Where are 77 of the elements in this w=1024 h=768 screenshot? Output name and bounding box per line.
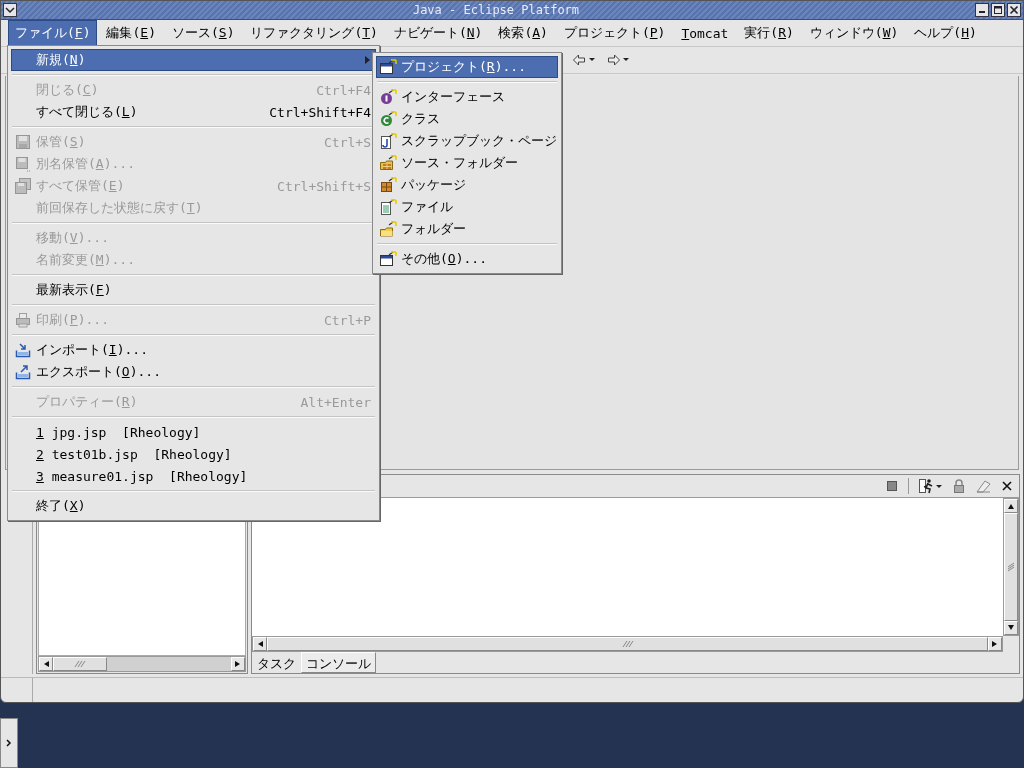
menu-item[interactable]: プロジェクト(R)... (376, 56, 558, 78)
menu-item[interactable]: インターフェース (376, 86, 558, 108)
new-window-icon (380, 251, 397, 267)
vertical-scrollbar[interactable] (1003, 498, 1019, 636)
scrollbar-thumb[interactable] (1004, 513, 1018, 621)
export-icon (15, 364, 32, 380)
menu-item[interactable]: その他(O)... (376, 248, 558, 270)
menu-item[interactable]: エクスポート(O)... (11, 361, 376, 383)
menu[interactable]: プロジェクト(P) (556, 20, 673, 46)
scroll-arrow-icon[interactable] (1008, 503, 1014, 509)
lock-icon[interactable] (953, 479, 965, 493)
back-arrow-icon[interactable] (573, 54, 595, 66)
scrollbar-thumb[interactable] (53, 657, 107, 671)
maximize-button[interactable] (991, 3, 1005, 17)
printer-icon (15, 312, 32, 328)
new-page-icon (380, 133, 397, 149)
menu-item[interactable]: 終了(X) (11, 495, 376, 517)
maximize-icon (993, 5, 1003, 15)
menu-item[interactable]: クラス (376, 108, 558, 130)
menu-item[interactable]: すべて閉じる(L) Ctrl+Shift+F4 (11, 101, 376, 123)
new-window-icon (380, 59, 397, 75)
window-menu-icon (5, 5, 15, 15)
stop-icon[interactable] (886, 480, 898, 492)
menu[interactable]: 実行(R) (737, 20, 801, 46)
view-tab[interactable]: コンソール (301, 652, 376, 673)
scroll-arrow-icon[interactable] (992, 641, 998, 647)
close-button[interactable] (1007, 3, 1021, 17)
grip-icon (1007, 561, 1015, 573)
menu[interactable]: リファクタリング(T) (243, 20, 385, 46)
eraser-icon[interactable] (975, 479, 991, 493)
grip-icon (620, 640, 635, 648)
menu[interactable]: Tomcat (674, 21, 736, 45)
disk-icon (15, 156, 32, 172)
menu-item[interactable]: 最新表示(F) (11, 279, 376, 301)
menu-item[interactable]: インポート(I)... (11, 339, 376, 361)
close-icon[interactable] (1001, 480, 1013, 492)
window-menu-button[interactable] (3, 3, 17, 17)
menu-item[interactable]: ソース・フォルダー (376, 152, 558, 174)
menu-item[interactable]: スクラップブック・ページ (376, 130, 558, 152)
new-folder-icon (380, 221, 397, 237)
grip-icon (73, 660, 87, 668)
scroll-arrow-icon[interactable] (43, 661, 49, 667)
menu-item[interactable]: 新規(N) (11, 49, 376, 71)
chevron-icon (6, 739, 12, 747)
new-source-folder-icon (380, 155, 397, 171)
menu-item[interactable]: 1 jpg.jsp [Rheology] (11, 421, 376, 443)
menu[interactable]: 検索(A) (491, 20, 555, 46)
disks-icon (15, 178, 32, 194)
menu-item[interactable]: パッケージ (376, 174, 558, 196)
menu-item[interactable]: 3 measure01.jsp [Rheology] (11, 465, 376, 487)
window-title: Java - Eclipse Platform (411, 3, 581, 17)
menu-item[interactable]: フォルダー (376, 218, 558, 240)
view-tab[interactable]: タスク (252, 652, 301, 673)
menu[interactable]: ファイル(F) (8, 20, 98, 46)
menu[interactable]: ナビゲート(N) (386, 20, 490, 46)
runner-icon[interactable] (919, 478, 943, 494)
minimize-button[interactable] (975, 3, 989, 17)
scroll-arrow-icon[interactable] (235, 661, 241, 667)
new-interface-icon (380, 89, 397, 105)
panel-expand-button[interactable] (0, 718, 18, 768)
menu[interactable]: ヘルプ(H) (907, 20, 984, 46)
close-icon (1009, 5, 1019, 15)
scroll-arrow-icon[interactable] (1008, 625, 1014, 631)
new-class-icon (380, 111, 397, 127)
forward-arrow-icon[interactable] (607, 54, 629, 66)
scrollbar-thumb[interactable] (267, 637, 988, 651)
menu[interactable]: ソース(S) (164, 20, 242, 46)
menu-item[interactable]: ファイル (376, 196, 558, 218)
horizontal-scrollbar[interactable] (38, 656, 246, 672)
menu-item[interactable]: 2 test01b.jsp [Rheology] (11, 443, 376, 465)
menu[interactable]: 編集(E) (99, 20, 163, 46)
new-package-icon (380, 177, 397, 193)
scroll-arrow-icon[interactable] (257, 641, 263, 647)
menu[interactable]: ウィンドウ(W) (802, 20, 906, 46)
horizontal-scrollbar[interactable] (252, 636, 1003, 652)
import-icon (15, 342, 32, 358)
new-file-icon (380, 199, 397, 215)
